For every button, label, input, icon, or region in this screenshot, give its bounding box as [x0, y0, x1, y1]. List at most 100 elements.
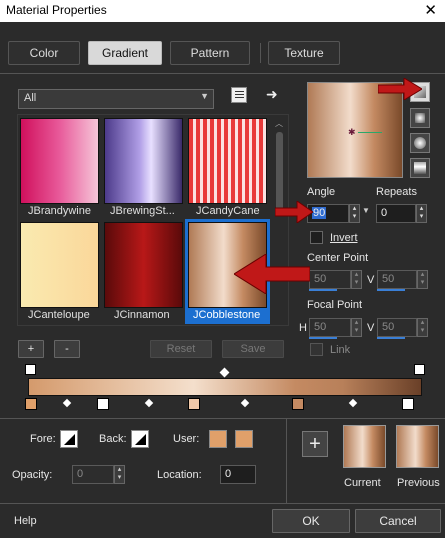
- rectangular-style-button[interactable]: [410, 108, 430, 128]
- title-bar: Material Properties ✕: [0, 0, 445, 22]
- location-input[interactable]: 0: [220, 465, 256, 484]
- add-gradient-button[interactable]: +: [18, 340, 44, 358]
- gradient-swatch-jcinnamon[interactable]: [104, 222, 183, 308]
- chevron-down-icon: ▼: [200, 91, 209, 101]
- location-label: Location:: [157, 469, 202, 481]
- red-arrow-icon: [378, 78, 422, 100]
- angle-handle[interactable]: [358, 132, 382, 133]
- center-v-value: 50: [382, 273, 395, 285]
- close-icon[interactable]: ✕: [424, 1, 437, 19]
- radial-style-button[interactable]: [410, 158, 430, 178]
- opacity-spinner[interactable]: ▴ ▾: [114, 465, 125, 484]
- focal-v-label: V: [367, 322, 375, 334]
- color-stop[interactable]: [188, 398, 200, 410]
- fore-stop-icon[interactable]: [25, 364, 36, 375]
- reset-button[interactable]: Reset: [150, 340, 212, 358]
- gradient-label: JCanteloupe: [28, 309, 90, 321]
- gradient-label: JBrandywine: [28, 205, 91, 217]
- ok-button[interactable]: OK: [272, 509, 350, 533]
- gradient-swatch-jbrandywine[interactable]: [20, 118, 99, 204]
- focal-h-spinner[interactable]: ▴ ▾: [351, 318, 362, 337]
- red-arrow-icon: [234, 254, 310, 294]
- center-point-label: Center Point: [307, 252, 369, 264]
- focal-v-value: 50: [382, 321, 395, 333]
- document-icon[interactable]: [231, 87, 247, 103]
- previous-preview[interactable]: [396, 425, 439, 468]
- focal-v-slider[interactable]: [377, 337, 405, 339]
- tab-divider: [260, 43, 261, 63]
- opacity-value: 0: [77, 468, 84, 480]
- tab-pattern[interactable]: Pattern: [170, 41, 250, 65]
- back-color-button[interactable]: [131, 430, 149, 448]
- sunburst-style-button[interactable]: [410, 133, 430, 153]
- remove-gradient-button[interactable]: -: [54, 340, 80, 358]
- window-title: Material Properties: [6, 3, 107, 17]
- help-link[interactable]: Help: [14, 515, 37, 527]
- arrow-right-icon[interactable]: ➜: [266, 86, 278, 103]
- gradient-swatch-jcandycane[interactable]: [188, 118, 267, 204]
- angle-spinner[interactable]: ▴ ▾: [349, 204, 360, 223]
- category-select[interactable]: All ▼: [18, 89, 214, 109]
- center-h-slider[interactable]: [309, 289, 337, 291]
- tab-color[interactable]: Color: [8, 41, 80, 65]
- divider: [286, 419, 287, 503]
- center-h-input[interactable]: 50: [309, 270, 351, 289]
- category-value: All: [24, 92, 37, 104]
- center-h-value: 50: [314, 273, 327, 285]
- angle-value: 90: [312, 207, 327, 219]
- user-color-button[interactable]: [209, 430, 227, 448]
- gradient-label: JCinnamon: [114, 309, 170, 321]
- previous-label: Previous: [397, 477, 440, 489]
- back-stop-icon[interactable]: [414, 364, 425, 375]
- user-color-swatch[interactable]: [235, 430, 253, 448]
- current-label: Current: [344, 477, 381, 489]
- cancel-button[interactable]: Cancel: [355, 509, 441, 533]
- color-stop[interactable]: [97, 398, 109, 410]
- focal-v-spinner[interactable]: ▴ ▾: [417, 318, 428, 337]
- focal-point-label: Focal Point: [307, 299, 363, 311]
- repeats-spinner[interactable]: ▴ ▾: [416, 204, 427, 223]
- current-preview: [343, 425, 386, 468]
- back-label: Back:: [99, 433, 127, 445]
- midpoint-marker[interactable]: [240, 398, 250, 408]
- angle-input[interactable]: 90: [307, 204, 349, 223]
- gradient-swatch-jbrewingstorm[interactable]: [104, 118, 183, 204]
- invert-label: Invert: [330, 232, 358, 244]
- repeats-value: 0: [381, 207, 388, 219]
- divider: [0, 73, 445, 74]
- tab-texture[interactable]: Texture: [268, 41, 340, 65]
- opacity-label: Opacity:: [12, 469, 53, 481]
- gradient-label: JBrewingSt...: [110, 205, 175, 217]
- gradient-label: JCandyCane: [196, 205, 260, 217]
- tab-gradient[interactable]: Gradient: [88, 41, 162, 65]
- focal-v-input[interactable]: 50: [377, 318, 417, 337]
- divider: [0, 418, 445, 419]
- gradient-bar[interactable]: [28, 378, 422, 396]
- center-v-input[interactable]: 50: [377, 270, 417, 289]
- color-stop[interactable]: [292, 398, 304, 410]
- add-to-swatches-button[interactable]: +: [302, 431, 328, 457]
- midpoint-marker[interactable]: [348, 398, 358, 408]
- midpoint-marker[interactable]: [144, 398, 154, 408]
- link-label: Link: [330, 344, 351, 356]
- color-stop[interactable]: [25, 398, 37, 410]
- center-v-label: V: [367, 274, 375, 286]
- focal-h-slider[interactable]: [309, 337, 337, 339]
- focal-h-input[interactable]: 50: [309, 318, 351, 337]
- user-label: User:: [173, 433, 200, 445]
- midpoint-marker[interactable]: [219, 367, 230, 378]
- chevron-down-icon[interactable]: ▼: [362, 206, 370, 215]
- center-marker-icon[interactable]: ✱: [348, 127, 356, 138]
- fore-color-button[interactable]: [60, 430, 78, 448]
- midpoint-marker[interactable]: [62, 398, 72, 408]
- center-v-slider[interactable]: [377, 289, 405, 291]
- repeats-input[interactable]: 0: [376, 204, 416, 223]
- opacity-input[interactable]: 0: [72, 465, 114, 484]
- invert-checkbox[interactable]: [310, 231, 323, 244]
- center-v-spinner[interactable]: ▴ ▾: [417, 270, 428, 289]
- gradient-swatch-jcanteloupe[interactable]: [20, 222, 99, 308]
- link-checkbox[interactable]: [310, 343, 323, 356]
- save-button[interactable]: Save: [222, 340, 284, 358]
- center-h-spinner[interactable]: ▴ ▾: [351, 270, 362, 289]
- color-stop[interactable]: [402, 398, 414, 410]
